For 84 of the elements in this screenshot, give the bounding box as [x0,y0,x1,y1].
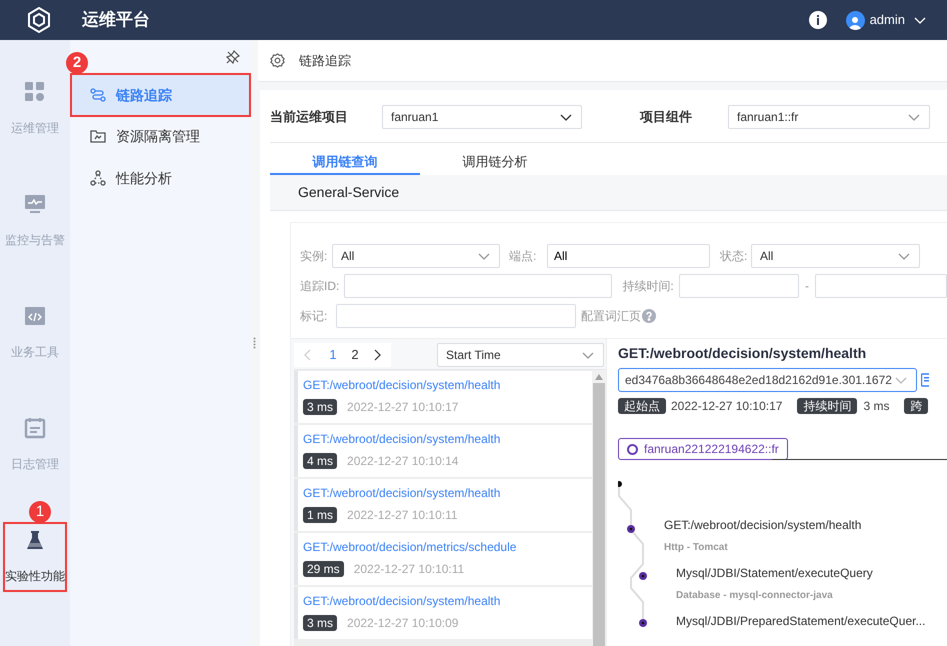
input-field[interactable]: All [547,244,710,268]
timestamp: 2022-12-27 10:10:17 [347,399,458,416]
trace-item[interactable]: GET:/webroot/decision/system/health 3 ms 2022-12-27 10:10:17 [294,371,592,423]
timestamp: 2022-12-27 10:10:14 [347,453,458,470]
field-label: 项目组件 [640,108,693,126]
trace-item[interactable]: GET:/webroot/decision/metrics/schedule 29 ms 2022-12-27 10:10:11 [294,533,592,585]
field-label: 端点: [509,248,538,265]
flask-icon [24,529,46,551]
page-title: 链路追踪 [299,52,351,70]
field-label: 状态: [720,248,748,265]
info-tag: 持续时间 [797,398,858,414]
field-label: 标记: [300,308,328,325]
user-menu[interactable]: admin [846,10,927,30]
calendar-icon [24,417,46,439]
route-icon [90,87,106,103]
service-name: General-Service [298,183,400,202]
trace-item[interactable]: GET:/webroot/decision/system/health 3 ms 2022-12-27 10:10:09 [294,587,592,639]
duration-tag: 4 ms [303,453,338,469]
page-button[interactable]: 2 [344,345,366,365]
duration-tag: 1 ms [303,507,338,523]
span-type: Http - Tomcat [664,541,729,555]
scroll-thumb[interactable] [593,383,605,646]
pin-icon[interactable] [226,50,240,64]
copy-icon[interactable] [921,373,929,387]
resize-handle[interactable] [252,337,256,349]
info-tag: 起始点 [618,398,666,414]
nodes-icon [90,170,106,186]
trace-link[interactable]: GET:/webroot/decision/system/health [303,484,592,502]
trace-link[interactable]: GET:/webroot/decision/system/health [303,376,592,394]
select-field[interactable]: All [332,244,500,268]
info-icon[interactable] [808,11,827,29]
field-label: 实例: [300,248,328,265]
duration-tag: 3 ms [303,399,338,415]
span-type: Database - mysql-connector-java [676,589,834,603]
timestamp: 2022-12-27 10:10:11 [347,507,458,524]
timestamp: 2022-12-27 10:10:09 [347,615,458,632]
duration-tag: 29 ms [303,561,344,577]
span-name[interactable]: Mysql/JDBI/Statement/executeQuery [676,564,947,582]
scroll-up-icon[interactable] [595,374,603,380]
duration-tag: 3 ms [303,615,338,631]
submenu-item[interactable]: 性能分析 [72,158,249,198]
info-tag: 跨 [904,398,928,414]
grid-icon [24,81,46,103]
start-time: 2022-12-27 10:10:17 [671,398,782,415]
trace-id-select[interactable]: ed3476a8b36648648e2ed18d2162d91e.301.1672 [618,368,917,392]
page-button[interactable]: 1 [322,345,344,365]
sort-select[interactable]: Start Time [437,343,604,367]
tab[interactable]: 调用链分析 [420,151,570,175]
avatar-icon [846,10,865,30]
trace-link[interactable]: GET:/webroot/decision/system/health [303,430,592,448]
field-label: - [805,278,809,295]
trace-title: GET:/webroot/decision/system/health [618,344,868,363]
span-name[interactable]: Mysql/JDBI/PreparedStatement/executeQuer... [676,612,947,630]
scrollbar[interactable] [592,370,606,646]
duration-value: 3 ms [863,398,890,415]
monitor-icon [24,193,46,215]
trace-link[interactable]: GET:/webroot/decision/system/health [303,592,592,610]
settings-icon[interactable] [270,53,285,68]
select-field[interactable]: fanruan1 [382,105,582,129]
field-label: 当前运维项目 [270,108,349,126]
folder-icon [90,128,106,144]
input-field[interactable] [815,274,947,298]
input-field[interactable] [344,274,612,298]
select-field[interactable]: fanruan1::fr [728,105,930,129]
app-title: 运维平台 [82,9,150,32]
user-name: admin [870,11,905,30]
field-label: 持续时间: [622,278,675,295]
trace-item[interactable]: GET:/webroot/decision/system/health 1 ms 2022-12-27 10:10:11 [294,479,592,531]
submenu-item[interactable]: 资源隔离管理 [72,116,249,156]
node-chip[interactable]: fanruan221222194622::fr [618,438,788,460]
span-name[interactable]: GET:/webroot/decision/system/health [664,516,947,534]
select-field[interactable]: All [751,244,920,268]
callout-badge: 2 [66,52,88,74]
help-icon[interactable] [642,309,656,323]
trace-item[interactable]: GET:/webroot/decision/system/health 4 ms 2022-12-27 10:10:14 [294,425,592,477]
input-field[interactable] [336,304,576,328]
field-label: 配置词汇页 [581,308,641,325]
field-label: 追踪ID: [300,278,340,295]
timestamp: 2022-12-27 10:10:11 [354,561,464,578]
trace-link[interactable]: GET:/webroot/decision/metrics/schedule [303,538,592,556]
callout-badge: 1 [29,501,51,523]
code-icon [24,305,46,327]
input-field[interactable] [679,274,799,298]
cube-logo-icon [27,7,51,33]
